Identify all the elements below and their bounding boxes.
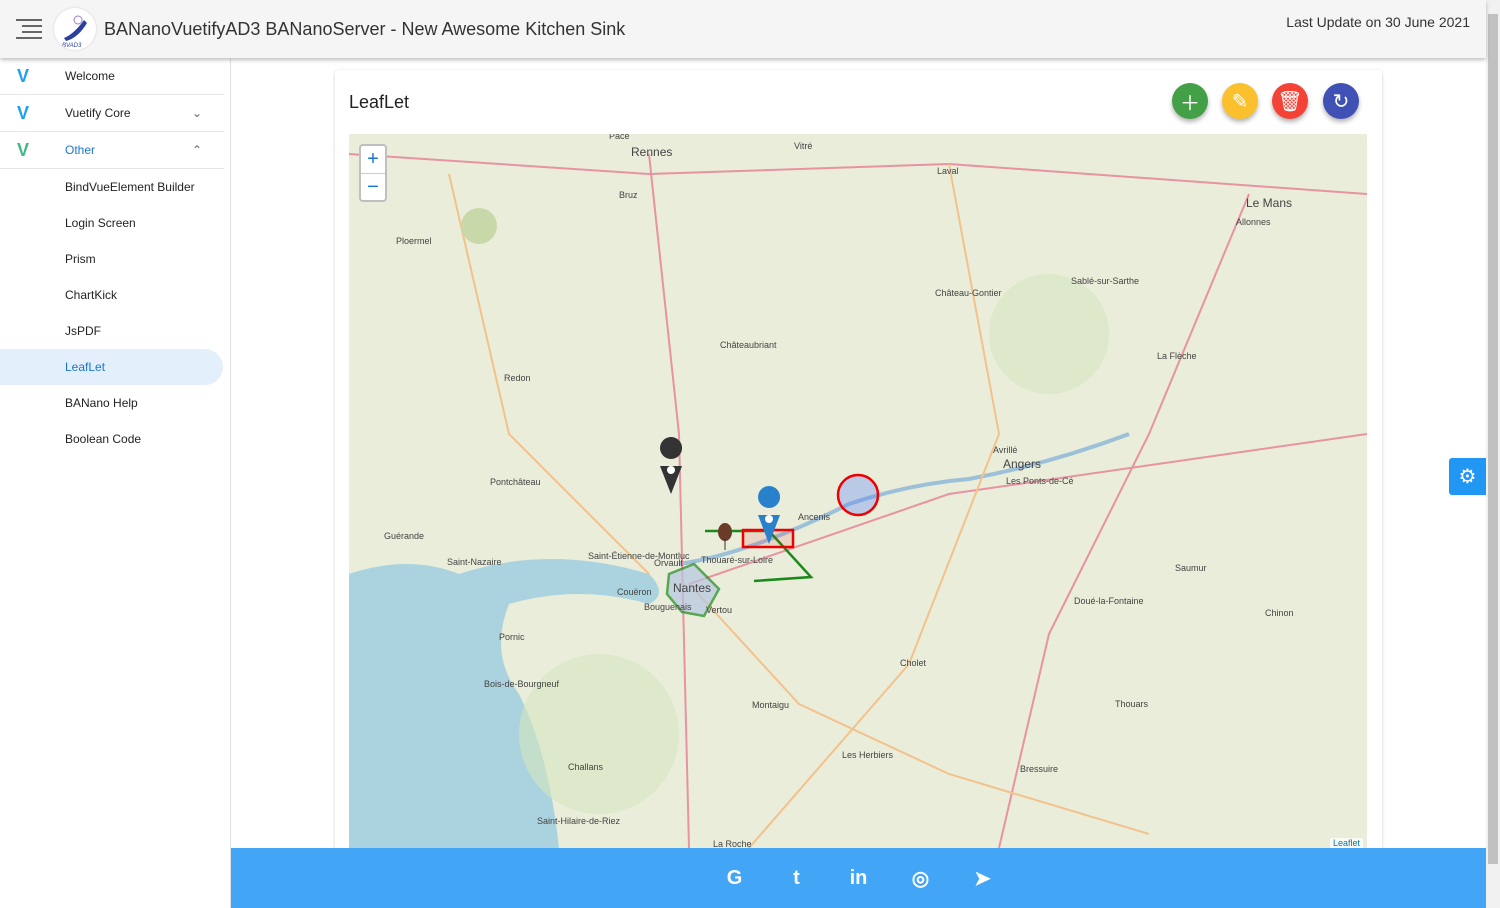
map-tiles: PaceRennes Vitré Bruz Laval Le Mans Allonnes P… [349, 134, 1367, 848]
svg-text:BVAD3: BVAD3 [62, 43, 82, 49]
sidebar-item-label: Other [65, 143, 96, 157]
delete-button[interactable]: 🗑 [1272, 83, 1308, 119]
place-label: Vitré [794, 141, 812, 151]
sidebar-item-bindvueelement-builder[interactable]: BindVueElement Builder [0, 169, 230, 205]
place-label: Pace [609, 134, 630, 141]
sidebar-item-label: Vuetify Core [65, 106, 131, 120]
place-label: Cholet [900, 658, 927, 668]
app-logo: BVAD3 [54, 8, 96, 50]
sidebar-item-label: Prism [65, 252, 96, 266]
chevron-down-icon[interactable]: ⌄ [192, 106, 202, 120]
place-label: Château-Gontier [935, 288, 1002, 298]
place-label: Guérande [384, 531, 424, 541]
place-label: Bois-de-Bourgneuf [484, 679, 560, 689]
place-label: Allonnes [1236, 217, 1271, 227]
place-label: Thouars [1115, 699, 1149, 709]
sidebar: V Welcome V Vuetify Core ⌄ V Other ⌃ BindVueElem… [0, 58, 231, 908]
circle-shape [836, 473, 880, 517]
menu-toggle-icon[interactable] [16, 19, 42, 39]
place-label: Les Herbiers [842, 750, 894, 760]
vuetify-logo-icon: V [17, 102, 30, 123]
place-label: Bressuire [1020, 764, 1058, 774]
place-label: La Flèche [1157, 351, 1197, 361]
sidebar-item-label: Boolean Code [65, 432, 142, 446]
place-label: Thouaré-sur-Loire [701, 555, 773, 565]
zoom-out-button[interactable]: − [361, 173, 385, 200]
place-label: Couëron [617, 587, 652, 597]
place-label: Laval [937, 166, 959, 176]
google-icon[interactable]: G [723, 867, 747, 890]
sidebar-item-prism[interactable]: Prism [0, 241, 230, 277]
sidebar-item-welcome[interactable]: V Welcome [0, 58, 224, 95]
sidebar-item-vuetify-core[interactable]: V Vuetify Core ⌄ [0, 95, 224, 132]
place-label: Vertou [706, 605, 732, 615]
place-label: Doué-la-Fontaine [1074, 596, 1144, 606]
leaflet-map[interactable]: + − Pace Rennes Vitré Bruz Laval Le Mans Allon… [349, 134, 1367, 848]
vue-logo-icon: V [17, 139, 30, 160]
place-label: Redon [504, 373, 531, 383]
place-label: Pontchâteau [490, 477, 541, 487]
refresh-button[interactable]: ↻ [1323, 83, 1359, 119]
custom-marker-icon [718, 523, 732, 550]
place-label: Le Mans [1246, 196, 1292, 210]
place-label: Montaigu [752, 700, 789, 710]
place-label: Nantes [673, 581, 711, 595]
app-bar: BVAD3 BANanoVuetifyAD3 BANanoServer - Ne… [0, 0, 1486, 58]
place-label: Pornic [499, 632, 525, 642]
sidebar-item-leaflet[interactable]: LeafLet [0, 349, 223, 385]
whatsapp-icon[interactable]: ◎ [909, 866, 933, 891]
footer: Gt in ◎ ➤ [231, 848, 1486, 908]
sidebar-item-label: LeafLet [65, 360, 106, 374]
attribution-link[interactable]: Leaflet [1329, 838, 1363, 848]
place-label: Angers [1003, 457, 1041, 471]
place-label: Bruz [619, 190, 638, 200]
sidebar-item-boolean-code[interactable]: Boolean Code [0, 421, 230, 457]
twitter-icon[interactable]: t [785, 867, 809, 890]
sidebar-item-chartkick[interactable]: ChartKick [0, 277, 230, 313]
marker-icon [660, 437, 683, 494]
sidebar-item-label: BindVueElement Builder [65, 180, 195, 194]
place-label: Saint-Hilaire-de-Riez [537, 816, 621, 826]
telegram-icon[interactable]: ➤ [971, 866, 995, 891]
sidebar-item-other[interactable]: V Other ⌃ [0, 132, 224, 169]
add-button[interactable]: ＋ [1172, 83, 1208, 119]
sidebar-item-label: Welcome [65, 69, 115, 83]
app-title: BANanoVuetifyAD3 BANanoServer - New Awes… [104, 18, 626, 39]
sidebar-item-banano-help[interactable]: BANano Help [0, 385, 230, 421]
chevron-up-icon[interactable]: ⌃ [192, 143, 202, 157]
place-label: Chinon [1265, 608, 1294, 618]
place-label: Rennes [631, 145, 672, 159]
sidebar-item-login-screen[interactable]: Login Screen [0, 205, 230, 241]
place-label: Ploermel [396, 236, 432, 246]
sidebar-item-label: BANano Help [65, 396, 138, 410]
vuetify-logo-icon: V [17, 65, 30, 86]
place-label: Sablé-sur-Sarthe [1071, 276, 1139, 286]
edit-button[interactable]: ✎ [1222, 83, 1258, 119]
place-label: Bouguenais [644, 602, 692, 612]
place-label: Saumur [1175, 563, 1207, 573]
zoom-control: + − [359, 144, 387, 202]
place-label: La Roche [713, 839, 752, 848]
last-update: Last Update on 30 June 2021 [1286, 14, 1470, 30]
sidebar-item-label: JsPDF [65, 324, 101, 338]
linkedin-icon[interactable]: in [847, 867, 871, 890]
place-label: Châteaubriant [720, 340, 777, 350]
zoom-in-button[interactable]: + [361, 146, 385, 173]
sidebar-item-label: ChartKick [65, 288, 118, 302]
place-label: Ancenis [798, 512, 831, 522]
sidebar-item-jspdf[interactable]: JsPDF [0, 313, 230, 349]
sidebar-item-label: Login Screen [65, 216, 136, 230]
place-label: Orvault [654, 558, 684, 568]
scrollbar[interactable] [1486, 0, 1500, 908]
card-title: LeafLet [349, 92, 410, 112]
place-label: Saint-Nazaire [447, 557, 502, 567]
settings-gear-button[interactable]: ⚙ [1449, 458, 1486, 495]
place-label: Les Ponts-de-Cé [1006, 476, 1074, 486]
place-label: Challans [568, 762, 604, 772]
place-label: Avrillé [993, 445, 1017, 455]
